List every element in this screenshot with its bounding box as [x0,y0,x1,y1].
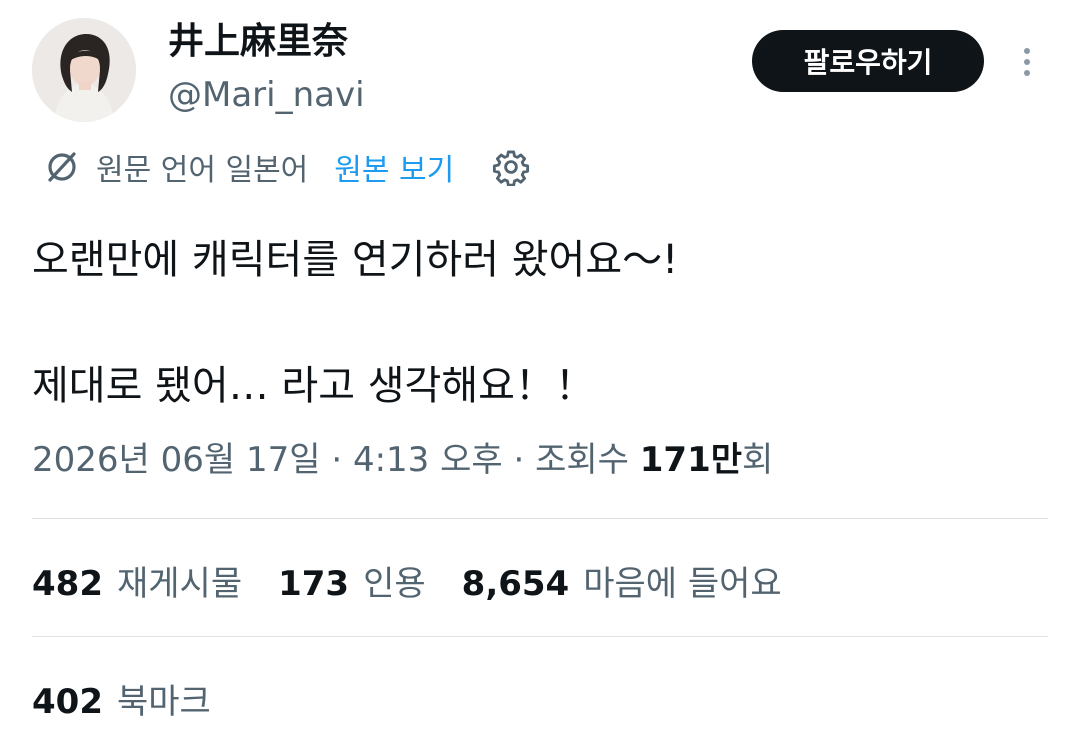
user-handle[interactable]: @Mari_navi [168,72,365,118]
likes-label: 마음에 들어요 [583,563,782,604]
avatar-image [32,18,136,122]
tweet-text-line-2: 제대로 됐어… 라고 생각해요！！ [32,363,595,409]
quotes-stat[interactable]: 173 인용 [278,556,426,605]
divider [32,518,1048,519]
views-label: 조회수 [535,440,640,480]
quotes-count: 173 [278,563,350,604]
tweet-time[interactable]: 4:13 오후 [353,440,503,480]
tweet-meta: 2026년 06월 17일 · 4:13 오후 · 조회수 171만회 [32,436,773,484]
reposts-label: 재게시물 [116,563,243,604]
avatar[interactable] [32,18,136,122]
gear-icon[interactable] [492,148,530,186]
reposts-stat[interactable]: 482 재게시물 [32,556,242,605]
translate-icon [42,147,82,187]
bookmarks-stat[interactable]: 402 북마크 [32,670,247,726]
tweet-text-line-1: 오랜만에 캐릭터를 연기하러 왔어요～! [32,237,679,283]
tweet-date[interactable]: 2026년 06월 17일 [32,440,321,480]
likes-count: 8,654 [461,563,570,604]
show-original-link[interactable]: 원본 보기 [334,145,454,189]
reposts-count: 482 [32,563,103,604]
engagement-stats: 482 재게시물 173 인용 8,654 마음에 들어요 [32,552,818,608]
more-options-icon[interactable] [1010,40,1044,84]
display-name[interactable]: 井上麻里奈 [168,18,348,66]
bookmarks-label: 북마크 [116,681,211,722]
source-language-label: 원문 언어 일본어 [96,153,309,188]
bookmarks-count: 402 [32,681,103,722]
follow-button[interactable]: 팔로우하기 [752,30,984,92]
quotes-label: 인용 [363,563,426,604]
translation-bar: 원문 언어 일본어 원본 보기 [42,142,530,192]
meta-separator: · [502,440,536,480]
meta-separator: · [320,440,353,480]
divider [32,636,1048,637]
likes-stat[interactable]: 8,654 마음에 들어요 [462,556,782,605]
views-suffix: 회 [742,440,774,480]
views-count: 171만 [639,440,743,480]
